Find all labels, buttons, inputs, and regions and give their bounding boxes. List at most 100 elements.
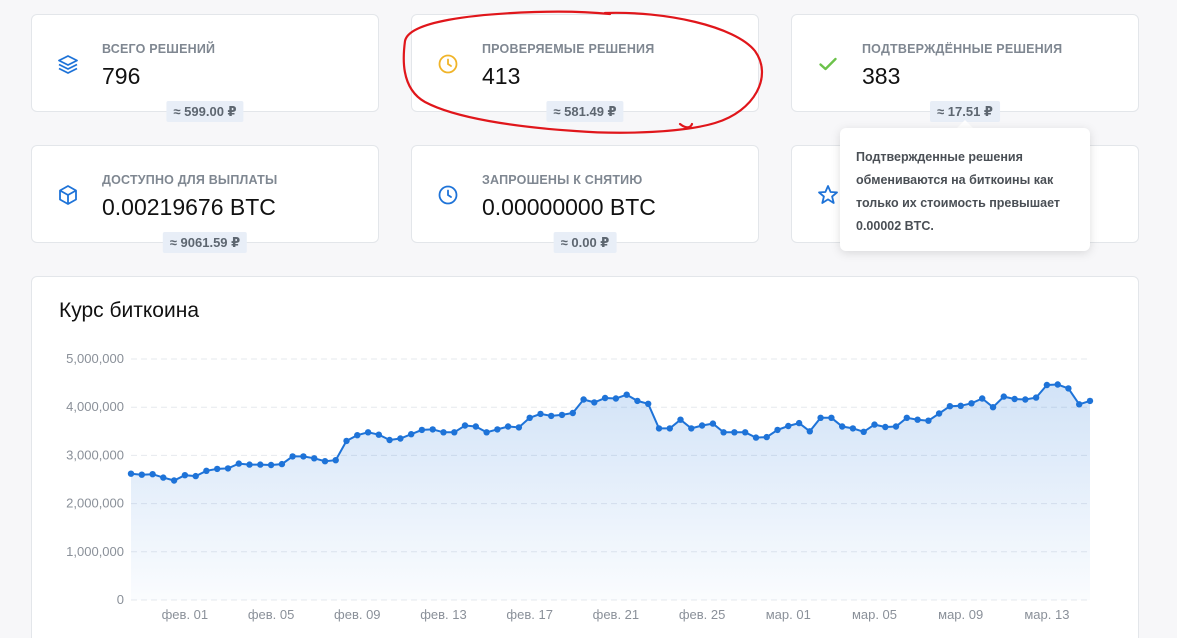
chart-point[interactable]: [968, 400, 975, 407]
x-tick-label: фев. 25: [679, 607, 726, 622]
chart-point[interactable]: [300, 453, 307, 460]
chart-point[interactable]: [946, 403, 954, 410]
chart-point[interactable]: [591, 399, 598, 406]
chart-point[interactable]: [957, 402, 964, 409]
chart-point[interactable]: [1032, 394, 1040, 401]
chart-point[interactable]: [731, 429, 738, 436]
chart-point[interactable]: [1054, 381, 1061, 388]
card-confirmed-solutions[interactable]: Подтверждённые решения 383 ≈ 17.51 ₽: [791, 14, 1139, 122]
chart-point[interactable]: [257, 461, 264, 468]
chart-point[interactable]: [321, 458, 329, 465]
chart-point[interactable]: [386, 436, 393, 444]
chart-point[interactable]: [1043, 381, 1051, 389]
chart-point[interactable]: [892, 423, 900, 430]
chart-point[interactable]: [483, 429, 490, 436]
chart-point[interactable]: [181, 472, 189, 479]
chart-point[interactable]: [504, 423, 512, 430]
chart-point[interactable]: [882, 423, 889, 431]
chart-point[interactable]: [149, 471, 156, 478]
chart-point[interactable]: [989, 404, 997, 411]
chart-point[interactable]: [1011, 395, 1018, 403]
chart-point[interactable]: [612, 395, 620, 402]
confirmed-tooltip: Подтвержденные решения обмениваются на б…: [840, 128, 1090, 251]
chart-point[interactable]: [418, 426, 426, 434]
chart-point[interactable]: [634, 397, 641, 405]
chart-point[interactable]: [645, 400, 652, 407]
chart-point[interactable]: [278, 460, 286, 468]
chart-point[interactable]: [1000, 393, 1007, 400]
chart-point[interactable]: [839, 423, 846, 430]
chart-point[interactable]: [537, 410, 544, 418]
chart-point[interactable]: [472, 423, 479, 430]
chart-point[interactable]: [817, 414, 824, 421]
card-value: 796: [102, 63, 141, 89]
chart-point[interactable]: [601, 394, 609, 402]
bitcoin-rate-chart[interactable]: 0 1,000,000 2,000,000 3,000,000 4,000,000 5,0…: [32, 277, 1140, 638]
chart-point[interactable]: [828, 414, 835, 421]
chart-point[interactable]: [203, 467, 210, 474]
chart-point[interactable]: [795, 419, 803, 427]
chart-point[interactable]: [332, 457, 339, 464]
chart-point[interactable]: [666, 425, 673, 432]
chart-point[interactable]: [494, 426, 501, 433]
chart-point[interactable]: [138, 471, 145, 478]
chart-point[interactable]: [677, 416, 684, 423]
chart-point[interactable]: [127, 470, 135, 477]
chart-point[interactable]: [1086, 397, 1094, 405]
chart-point[interactable]: [763, 433, 770, 441]
chart-point[interactable]: [569, 409, 576, 417]
chart-point[interactable]: [903, 414, 910, 421]
chart-point[interactable]: [224, 465, 232, 472]
chart-point[interactable]: [580, 396, 587, 403]
clock-icon: [438, 185, 458, 205]
chart-point[interactable]: [235, 460, 242, 467]
chart-point[interactable]: [655, 425, 663, 432]
chart-point[interactable]: [548, 412, 555, 420]
chart-point[interactable]: [720, 429, 727, 436]
card-rub-pill: ≈ 17.51 ₽: [930, 101, 1000, 122]
chart-point[interactable]: [774, 426, 781, 434]
chart-point[interactable]: [451, 429, 458, 436]
chart-point[interactable]: [289, 453, 296, 460]
chart-point[interactable]: [752, 434, 760, 441]
chart-point[interactable]: [871, 421, 878, 428]
chart-point[interactable]: [461, 422, 469, 429]
chart-point[interactable]: [806, 428, 813, 435]
x-tick-label: фев. 21: [593, 607, 640, 622]
chart-point[interactable]: [397, 435, 404, 442]
chart-point[interactable]: [1076, 401, 1083, 408]
chart-point[interactable]: [170, 477, 178, 484]
chart-point[interactable]: [688, 425, 695, 432]
chart-point[interactable]: [246, 461, 253, 468]
chart-point[interactable]: [160, 474, 167, 481]
chart-point[interactable]: [311, 455, 318, 462]
chart-point[interactable]: [935, 410, 943, 417]
chart-point[interactable]: [1065, 385, 1072, 392]
chart-point[interactable]: [408, 431, 415, 438]
chart-point[interactable]: [343, 437, 350, 445]
chart-point[interactable]: [742, 429, 749, 436]
chart-point[interactable]: [623, 391, 630, 398]
chart-point[interactable]: [364, 429, 372, 436]
chart-point[interactable]: [192, 472, 199, 480]
chart-point[interactable]: [515, 424, 523, 431]
chart-point[interactable]: [698, 422, 706, 429]
star-icon: [818, 185, 838, 204]
chart-point[interactable]: [709, 420, 717, 427]
chart-point[interactable]: [526, 414, 533, 421]
chart-point[interactable]: [925, 417, 932, 424]
chart-point[interactable]: [214, 465, 221, 473]
chart-point[interactable]: [1022, 396, 1029, 403]
chart-point[interactable]: [354, 432, 361, 439]
chart-point[interactable]: [860, 428, 867, 435]
chart-point[interactable]: [440, 429, 447, 436]
chart-point[interactable]: [375, 431, 382, 438]
chart-point[interactable]: [849, 425, 857, 432]
chart-point[interactable]: [979, 395, 986, 402]
chart-point[interactable]: [785, 422, 792, 430]
chart-point[interactable]: [558, 411, 566, 419]
chart-point[interactable]: [267, 461, 275, 469]
chart-point[interactable]: [429, 426, 436, 433]
chart-point[interactable]: [914, 416, 921, 423]
red-annotation-circle: [402, 10, 764, 134]
